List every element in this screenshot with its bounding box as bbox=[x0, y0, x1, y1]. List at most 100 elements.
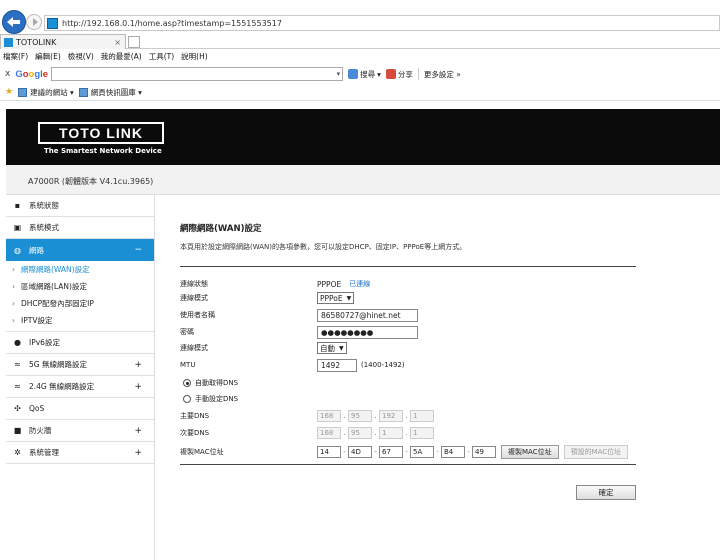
primary-dns-octet[interactable]: 95 bbox=[348, 410, 372, 422]
dns-manual-option[interactable]: 手動設定DNS bbox=[183, 393, 238, 405]
sidebar-item-label: 網路 bbox=[29, 245, 44, 255]
username-field[interactable]: 86580727@hinet.net bbox=[317, 308, 418, 322]
secondary-dns-octet[interactable]: 95 bbox=[348, 427, 372, 439]
browser-tab[interactable]: TOTOLINK × bbox=[0, 34, 126, 49]
sidebar-item-system-admin[interactable]: ✲ 系統管理 + bbox=[6, 442, 154, 464]
sidebar-item-wan[interactable]: › 網際網路(WAN)設定 bbox=[6, 261, 154, 278]
back-button-icon[interactable] bbox=[2, 10, 26, 34]
share-label: 分享 bbox=[397, 69, 413, 79]
site-favicon-icon bbox=[47, 17, 58, 29]
sidebar-item-wifi-5g[interactable]: ≈ 5G 無線網路設定 + bbox=[6, 354, 154, 376]
wifi-icon: ≈ bbox=[14, 360, 21, 369]
tab-close-icon[interactable]: × bbox=[114, 38, 121, 47]
dns-auto-radio[interactable] bbox=[183, 379, 191, 387]
share-button[interactable]: 分享 bbox=[385, 69, 413, 80]
secondary-dns-octet[interactable]: 168 bbox=[317, 427, 341, 439]
url-field[interactable]: http://192.168.0.1/home.asp?timestamp=15… bbox=[44, 15, 720, 31]
secondary-dns-label: 次要DNS bbox=[180, 429, 210, 437]
main-content: 網際網路(WAN)設定 本頁用於設定網際網路(WAN)的各項參數，您可以設定DH… bbox=[155, 195, 720, 560]
google-search-input[interactable]: ▾ bbox=[51, 67, 344, 81]
mtu-hint: (1400-1492) bbox=[361, 361, 405, 369]
more-settings-button[interactable]: 更多設定 » bbox=[424, 69, 461, 80]
mac-octet[interactable]: B4 bbox=[441, 446, 465, 458]
sidebar-item-system-mode[interactable]: ▣ 系統模式 bbox=[6, 217, 154, 239]
mtu-field[interactable]: 1492 bbox=[317, 358, 357, 372]
sidebar-item-qos[interactable]: ✣ QoS bbox=[6, 398, 154, 420]
chat-icon: ▪ bbox=[14, 201, 21, 210]
mac-octet[interactable]: 14 bbox=[317, 446, 341, 458]
dns-auto-option[interactable]: 自動取得DNS bbox=[183, 377, 238, 389]
dns-auto-label: 自動取得DNS bbox=[195, 379, 239, 387]
sidebar-item-network[interactable]: ◍ 網路 − bbox=[6, 239, 154, 261]
router-header: TOTO LINK The Smartest Network Device bbox=[6, 109, 720, 165]
collapse-icon[interactable]: − bbox=[134, 245, 142, 255]
suggested-sites-link[interactable]: 建議的網站 ▾ bbox=[18, 87, 74, 98]
menu-tools[interactable]: 工具(T) bbox=[149, 51, 174, 62]
forward-button-icon[interactable] bbox=[26, 14, 42, 30]
ok-button[interactable]: 確定 bbox=[576, 485, 636, 500]
sidebar-item-firewall[interactable]: ■ 防火牆 + bbox=[6, 420, 154, 442]
sidebar-item-label: 系統管理 bbox=[29, 448, 59, 457]
connection-type-value: 自動 bbox=[320, 343, 335, 353]
web-slice-gallery-link[interactable]: 網頁快訊圖庫 ▾ bbox=[78, 87, 142, 98]
expand-icon[interactable]: + bbox=[134, 360, 142, 370]
mtu-label: MTU bbox=[180, 361, 196, 369]
expand-icon[interactable]: + bbox=[134, 448, 142, 458]
toolbar-close-icon[interactable]: x bbox=[5, 69, 10, 79]
connection-mode-select[interactable]: PPPoE ▼ bbox=[317, 292, 355, 304]
logo-tagline: The Smartest Network Device bbox=[44, 147, 162, 155]
favorites-star-icon[interactable]: ★ bbox=[5, 87, 13, 97]
connection-type-label: 連線模式 bbox=[180, 344, 208, 352]
password-field[interactable]: ●●●●●●●● bbox=[317, 325, 418, 339]
connection-mode-row: 連線模式 PPPoE ▼ bbox=[180, 291, 636, 305]
menu-edit[interactable]: 編輯(E) bbox=[35, 51, 61, 62]
mac-octet[interactable]: 5A bbox=[410, 446, 434, 458]
menu-bar: 檔案(F) 編輯(E) 檢視(V) 我的最愛(A) 工具(T) 說明(H) bbox=[0, 49, 720, 63]
dns-manual-radio[interactable] bbox=[183, 395, 191, 403]
sidebar-item-label: 網際網路(WAN)設定 bbox=[21, 265, 90, 274]
clone-mac-button[interactable]: 複製MAC位址 bbox=[501, 445, 559, 459]
url-text: http://192.168.0.1/home.asp?timestamp=15… bbox=[62, 18, 282, 28]
menu-help[interactable]: 說明(H) bbox=[181, 51, 208, 62]
connected-link[interactable]: 已連線 bbox=[349, 279, 370, 289]
mac-octet[interactable]: 49 bbox=[472, 446, 496, 458]
favorites-bar: ★ 建議的網站 ▾ 網頁快訊圖庫 ▾ bbox=[0, 84, 720, 101]
sidebar-item-wifi-24g[interactable]: ≈ 2.4G 無線網路設定 + bbox=[6, 376, 154, 398]
sidebar-item-iptv[interactable]: › IPTV設定 bbox=[6, 312, 154, 329]
page-title: 網際網路(WAN)設定 bbox=[180, 224, 262, 234]
new-tab-icon[interactable] bbox=[128, 36, 140, 48]
mac-octet[interactable]: 4D bbox=[348, 446, 372, 458]
qos-icon: ✣ bbox=[14, 404, 21, 413]
primary-dns-octet[interactable]: 192 bbox=[379, 410, 403, 422]
username-label: 使用者名稱 bbox=[180, 311, 215, 319]
menu-view[interactable]: 檢視(V) bbox=[68, 51, 94, 62]
mac-octet[interactable]: 67 bbox=[379, 446, 403, 458]
sidebar-item-label: IPv6設定 bbox=[29, 338, 60, 347]
primary-dns-octet[interactable]: 168 bbox=[317, 410, 341, 422]
menu-file[interactable]: 檔案(F) bbox=[3, 51, 28, 62]
secondary-dns-octet[interactable]: 1 bbox=[379, 427, 403, 439]
tab-favicon-icon bbox=[4, 37, 13, 47]
connection-status-row: 連線狀態 PPPOE 已連線 bbox=[180, 277, 636, 291]
web-slice-gallery-label: 網頁快訊圖庫 ▾ bbox=[90, 87, 142, 97]
menu-favorites[interactable]: 我的最愛(A) bbox=[101, 51, 142, 62]
sidebar-item-label: 系統狀態 bbox=[29, 201, 59, 210]
sidebar-item-dhcp-static[interactable]: › DHCP配發內部固定IP bbox=[6, 295, 154, 312]
expand-icon[interactable]: + bbox=[134, 382, 142, 392]
chevron-down-icon[interactable]: ▾ bbox=[337, 70, 341, 78]
chevron-down-icon: ▼ bbox=[346, 294, 352, 302]
sidebar-item-ipv6[interactable]: ● IPv6設定 bbox=[6, 332, 154, 354]
expand-icon[interactable]: + bbox=[134, 426, 142, 436]
model-bar: A7000R (韌體版本 V4.1cu.3965) bbox=[6, 165, 720, 195]
primary-dns-octet[interactable]: 1 bbox=[410, 410, 434, 422]
sidebar-item-label: 5G 無線網路設定 bbox=[29, 360, 87, 369]
bullet-icon: › bbox=[12, 265, 15, 274]
google-search-button[interactable]: 搜尋 ▾ bbox=[348, 69, 381, 80]
address-bar-row: http://192.168.0.1/home.asp?timestamp=15… bbox=[0, 0, 720, 34]
secondary-dns-octet[interactable]: 1 bbox=[410, 427, 434, 439]
mac-row: 複製MAC位址 14- 4D - 67- 5A - B4- 49 複製MAC位址 預… bbox=[180, 445, 636, 459]
connection-type-select[interactable]: 自動 ▼ bbox=[317, 342, 347, 354]
sidebar-item-system-status[interactable]: ▪ 系統狀態 bbox=[6, 195, 154, 217]
default-mac-button[interactable]: 預設的MAC位址 bbox=[563, 445, 629, 459]
sidebar-item-lan[interactable]: › 區域網路(LAN)設定 bbox=[6, 278, 154, 295]
